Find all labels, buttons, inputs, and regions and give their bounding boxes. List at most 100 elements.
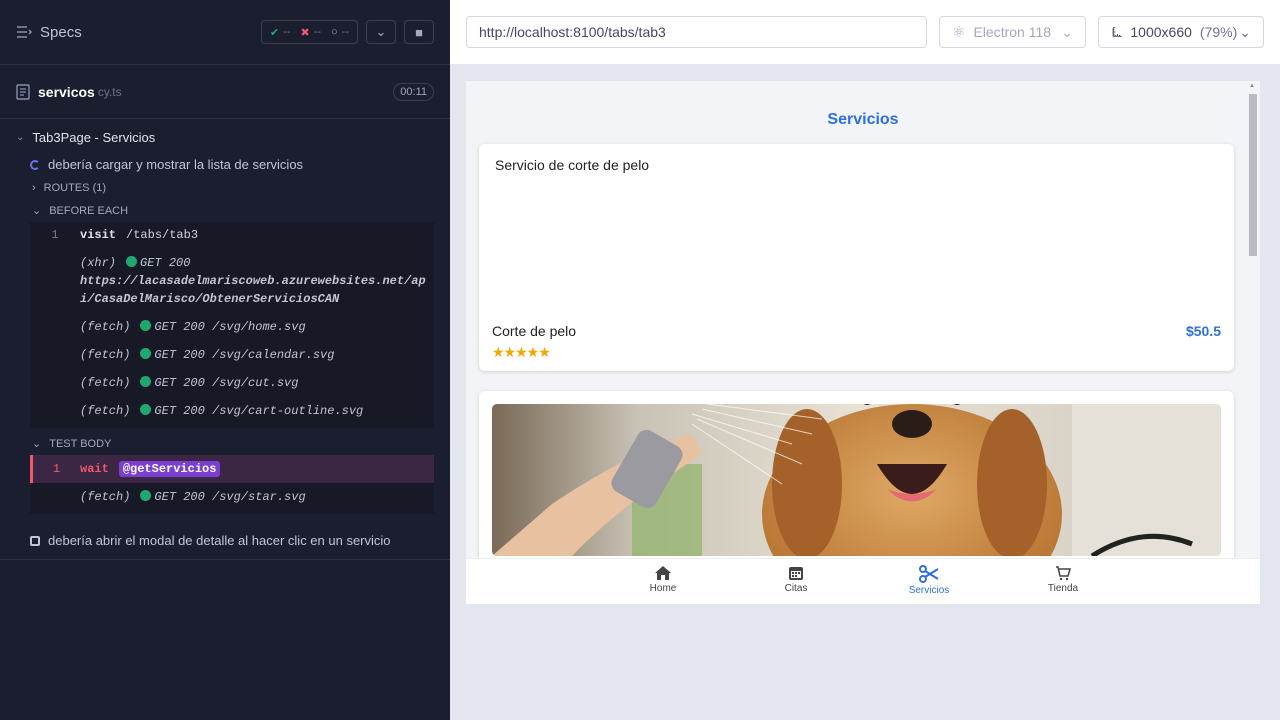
routes-label: ROUTES (1): [43, 182, 107, 194]
tab-servicios[interactable]: Servicios: [889, 565, 969, 596]
status-dot: [140, 348, 152, 359]
command-row[interactable]: (fetch) GET 200 /svg/calendar.svg: [30, 341, 434, 369]
cart-icon: [1056, 566, 1071, 581]
electron-icon: ⚛: [952, 24, 966, 41]
app-viewport: Servicios Servicio de corte de pelo Cort…: [466, 81, 1260, 604]
tab-bar: Home Citas Servicios Tienda: [466, 558, 1260, 604]
spec-header: servicos cy.ts 00:11: [0, 65, 450, 119]
command-type: (fetch): [80, 376, 131, 390]
test-title: debería abrir el modal de detalle al hac…: [48, 533, 391, 548]
command-row[interactable]: (fetch) GET 200 /svg/cut.svg: [30, 369, 434, 397]
pending-count: --: [341, 26, 349, 38]
command-row[interactable]: (fetch) GET 200 /svg/cart-outline.svg: [30, 397, 434, 428]
stats-box: ✔ -- ✖ -- ○ --: [260, 20, 358, 44]
command-type: (xhr): [80, 256, 117, 270]
scroll-up-arrow[interactable]: ▲: [1249, 83, 1255, 89]
status-dot: [140, 404, 152, 415]
page-title: Servicios: [827, 111, 899, 128]
collapse-button[interactable]: ⌄: [366, 20, 396, 44]
chevron-down-icon: ⌄: [32, 438, 42, 450]
passed-count: --: [283, 26, 291, 38]
chevron-down-icon: ⌄: [1239, 23, 1251, 40]
service-card[interactable]: Servicio de corte de pelo Corte de pelo …: [479, 144, 1234, 371]
command-number: 1: [51, 228, 59, 242]
command-row[interactable]: 1 visit/tabs/tab3: [30, 222, 434, 249]
stop-button[interactable]: ■: [404, 20, 434, 44]
chevron-right-icon: ›: [32, 182, 36, 194]
command-message: GET 200 /svg/home.svg: [154, 320, 306, 334]
before-each-section[interactable]: ⌄ BEFORE EACH: [0, 199, 450, 222]
test-body-section[interactable]: ⌄ TEST BODY: [0, 432, 450, 455]
command-row[interactable]: (fetch) GET 200 /svg/home.svg: [30, 313, 434, 341]
command-row[interactable]: (xhr) GET 200 https://lacasadelmariscoweb.…: [30, 249, 434, 313]
failed-count: --: [313, 26, 322, 38]
specs-menu-icon: [17, 26, 32, 38]
zoom-level: (79%): [1199, 24, 1238, 40]
tab-label: Citas: [784, 583, 808, 594]
star-rating: ★★★★★: [492, 344, 551, 360]
command-message: GET 200: [140, 256, 191, 270]
specs-label: Specs: [40, 23, 82, 41]
scissors-icon: [919, 565, 939, 583]
check-icon: ✔: [269, 26, 280, 39]
preview-toolbar: http://localhost:8100/tabs/tab3 ⚛ Electr…: [450, 0, 1280, 64]
viewport-size: 1000x660: [1130, 24, 1192, 40]
command-number: 1: [52, 462, 61, 476]
reporter-panel: Specs ✔ -- ✖ -- ○ -- ⌄ ■ servicos cy.ts 00:…: [0, 0, 450, 720]
before-each-commands: 1 visit/tabs/tab3 (xhr) GET 200 https://la…: [30, 222, 434, 428]
test-running[interactable]: debería cargar y mostrar la lista de ser…: [0, 152, 450, 177]
command-message: /tabs/tab3: [126, 228, 199, 242]
command-type: (fetch): [80, 404, 131, 418]
chevron-down-icon: ⌄: [1061, 23, 1073, 40]
status-dot: [140, 490, 152, 501]
specs-button[interactable]: Specs: [16, 24, 82, 41]
command-name: visit: [80, 228, 117, 242]
command-message: GET 200 /svg/cart-outline.svg: [154, 404, 364, 418]
command-name: wait: [80, 462, 109, 476]
scrollbar-thumb[interactable]: [1249, 94, 1257, 256]
alias-badge: @getServicios: [118, 461, 221, 477]
command-type: (fetch): [80, 490, 131, 504]
command-type: (fetch): [80, 348, 131, 362]
tab-label: Home: [649, 583, 677, 594]
tab-home[interactable]: Home: [623, 565, 703, 594]
status-dot: [140, 376, 152, 387]
tab-label: Servicios: [908, 585, 950, 596]
command-type: (fetch): [80, 320, 131, 334]
url-bar[interactable]: http://localhost:8100/tabs/tab3: [466, 16, 927, 48]
checkbox-icon: [30, 535, 40, 546]
spec-ext: cy.ts: [97, 84, 122, 99]
broken-image: Servicio de corte de pelo: [492, 157, 649, 173]
service-price: $50.5: [1185, 323, 1221, 339]
file-icon: [16, 83, 30, 100]
viewport-info[interactable]: 1000x660 (79%) ⌄: [1098, 16, 1264, 48]
command-row-active[interactable]: 1 wait @getServicios: [30, 455, 434, 483]
x-icon: ✖: [300, 26, 310, 39]
scrollbar[interactable]: ▲: [1248, 83, 1258, 600]
pending-icon: ○: [331, 26, 338, 38]
chevron-down-icon: ⌄: [375, 24, 387, 39]
ruler-icon: [1112, 27, 1122, 37]
request-url: https://lacasadelmariscoweb.azurewebsite…: [80, 274, 426, 306]
tab-citas[interactable]: Citas: [756, 565, 836, 594]
command-message: GET 200 /svg/cut.svg: [154, 376, 299, 390]
command-row[interactable]: (fetch) GET 200 /svg/star.svg: [30, 483, 434, 514]
status-dot: [140, 320, 152, 331]
spec-name[interactable]: servicos: [38, 84, 95, 100]
image-alt-text: Servicio de corte de pelo: [495, 157, 650, 173]
calendar-icon: [789, 567, 803, 580]
command-message: GET 200 /svg/star.svg: [154, 490, 306, 504]
dog-bath-image: [492, 404, 1221, 556]
tab-label: Tienda: [1047, 583, 1079, 594]
tab-tienda[interactable]: Tienda: [1023, 565, 1103, 594]
service-name: Corte de pelo: [492, 323, 577, 339]
browser-selector[interactable]: ⚛ Electron 118 ⌄: [939, 16, 1086, 48]
preview-panel: http://localhost:8100/tabs/tab3 ⚛ Electr…: [450, 0, 1280, 720]
test-body-label: TEST BODY: [49, 437, 112, 450]
routes-section[interactable]: › ROUTES (1): [0, 177, 450, 199]
suite-title[interactable]: ⌄ Tab3Page - Servicios: [0, 123, 450, 152]
test-title: debería cargar y mostrar la lista de ser…: [48, 157, 304, 172]
command-message: GET 200 /svg/calendar.svg: [154, 348, 335, 362]
test-body-commands: 1 wait @getServicios (fetch) GET 200 /svg/…: [30, 455, 434, 514]
test-pending[interactable]: debería abrir el modal de detalle al hac…: [0, 522, 450, 560]
